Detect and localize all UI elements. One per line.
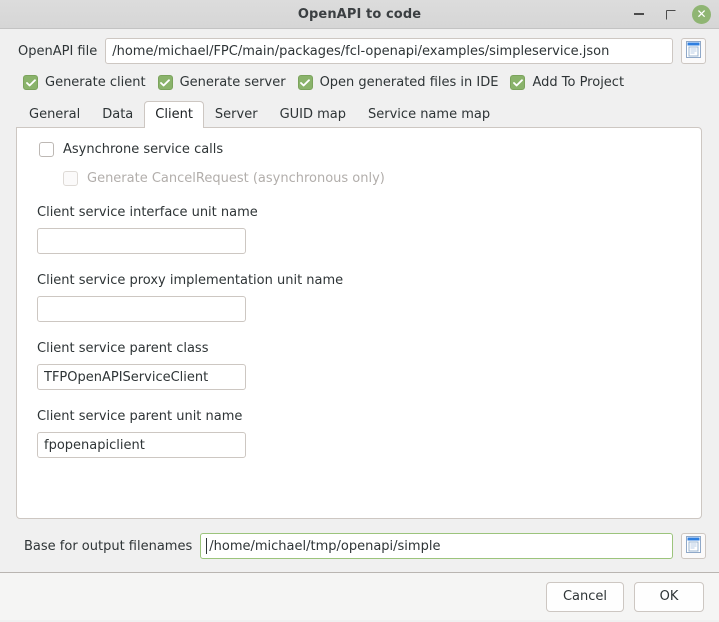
- window-title: OpenAPI to code: [297, 6, 422, 22]
- generate-cancelrequest-label: Generate CancelRequest (asynchronous onl…: [87, 171, 385, 186]
- minimize-icon: [634, 13, 644, 15]
- tab-data[interactable]: Data: [91, 101, 144, 128]
- checkbox-icon: [63, 171, 78, 186]
- field-label: Client service parent class: [37, 341, 209, 356]
- tab-guid-map[interactable]: GUID map: [269, 101, 357, 128]
- file-browse-icon: [686, 41, 701, 61]
- client-service-interface-unit-name-input[interactable]: [37, 228, 246, 254]
- tab-server[interactable]: Server: [204, 101, 269, 128]
- async-service-calls-checkbox-row[interactable]: Asynchrone service calls: [17, 142, 701, 157]
- client-service-parent-unit-name-input[interactable]: [37, 432, 246, 458]
- option-label: Open generated files in IDE: [319, 75, 499, 90]
- field-client-service-parent-class: Client service parent class: [17, 341, 701, 390]
- checkbox-icon[interactable]: [510, 75, 526, 90]
- close-button[interactable]: ✕: [692, 4, 711, 24]
- base-output-filenames-browse-button[interactable]: [681, 533, 706, 559]
- option-label: Add To Project: [532, 75, 625, 90]
- maximize-icon: [666, 10, 675, 19]
- async-service-calls-label: Asynchrone service calls: [63, 142, 224, 157]
- openapi-file-browse-button[interactable]: [681, 38, 706, 64]
- checkbox-icon[interactable]: [297, 75, 313, 90]
- option-open-generated-files-in-ide[interactable]: Open generated files in IDE: [297, 75, 499, 90]
- base-output-filenames-row: Base for output filenames: [0, 519, 719, 559]
- global-options-row: Generate client Generate server Open gen…: [0, 64, 719, 90]
- base-output-filenames-field-wrap: [200, 533, 673, 559]
- field-label: Client service parent unit name: [37, 409, 243, 424]
- tab-general[interactable]: General: [18, 101, 91, 128]
- window-controls: ✕: [630, 0, 711, 28]
- minimize-button[interactable]: [630, 5, 648, 23]
- ok-button[interactable]: OK: [634, 581, 704, 612]
- tab-client[interactable]: Client: [144, 101, 204, 128]
- maximize-button[interactable]: [661, 5, 679, 23]
- cancel-button[interactable]: Cancel: [545, 581, 624, 612]
- dialog-button-bar: Cancel OK: [0, 572, 719, 620]
- option-generate-server[interactable]: Generate server: [157, 75, 286, 90]
- file-browse-icon: [686, 536, 701, 556]
- field-client-service-parent-unit-name: Client service parent unit name: [17, 409, 701, 458]
- field-label: Client service proxy implementation unit…: [37, 273, 344, 288]
- client-service-proxy-implementation-unit-name-input[interactable]: [37, 296, 246, 322]
- base-output-filenames-label: Base for output filenames: [24, 538, 193, 554]
- checkbox-icon[interactable]: [157, 75, 173, 90]
- field-label: Client service interface unit name: [37, 205, 258, 220]
- checkbox-icon[interactable]: [39, 142, 54, 157]
- checkbox-icon[interactable]: [23, 75, 38, 90]
- generate-cancelrequest-checkbox-row: Generate CancelRequest (asynchronous onl…: [17, 171, 701, 186]
- option-label: Generate server: [179, 75, 286, 90]
- field-client-service-interface-unit-name: Client service interface unit name: [17, 205, 701, 254]
- tab-bar: General Data Client Server GUID map Serv…: [0, 90, 719, 128]
- field-client-service-proxy-implementation-unit-name: Client service proxy implementation unit…: [17, 273, 701, 322]
- base-output-filenames-input[interactable]: [200, 533, 673, 559]
- option-add-to-project[interactable]: Add To Project: [510, 75, 624, 90]
- tab-service-name-map[interactable]: Service name map: [357, 101, 501, 128]
- openapi-file-row: OpenAPI file: [0, 29, 719, 64]
- client-service-parent-class-input[interactable]: [37, 364, 246, 390]
- openapi-file-input[interactable]: [105, 38, 673, 64]
- option-generate-client[interactable]: Generate client: [23, 75, 146, 90]
- option-label: Generate client: [45, 75, 146, 90]
- openapi-file-label: OpenAPI file: [18, 43, 98, 59]
- client-tab-panel: Asynchrone service calls Generate Cancel…: [16, 127, 702, 519]
- title-bar: OpenAPI to code ✕: [0, 0, 719, 29]
- text-caret: [206, 538, 208, 554]
